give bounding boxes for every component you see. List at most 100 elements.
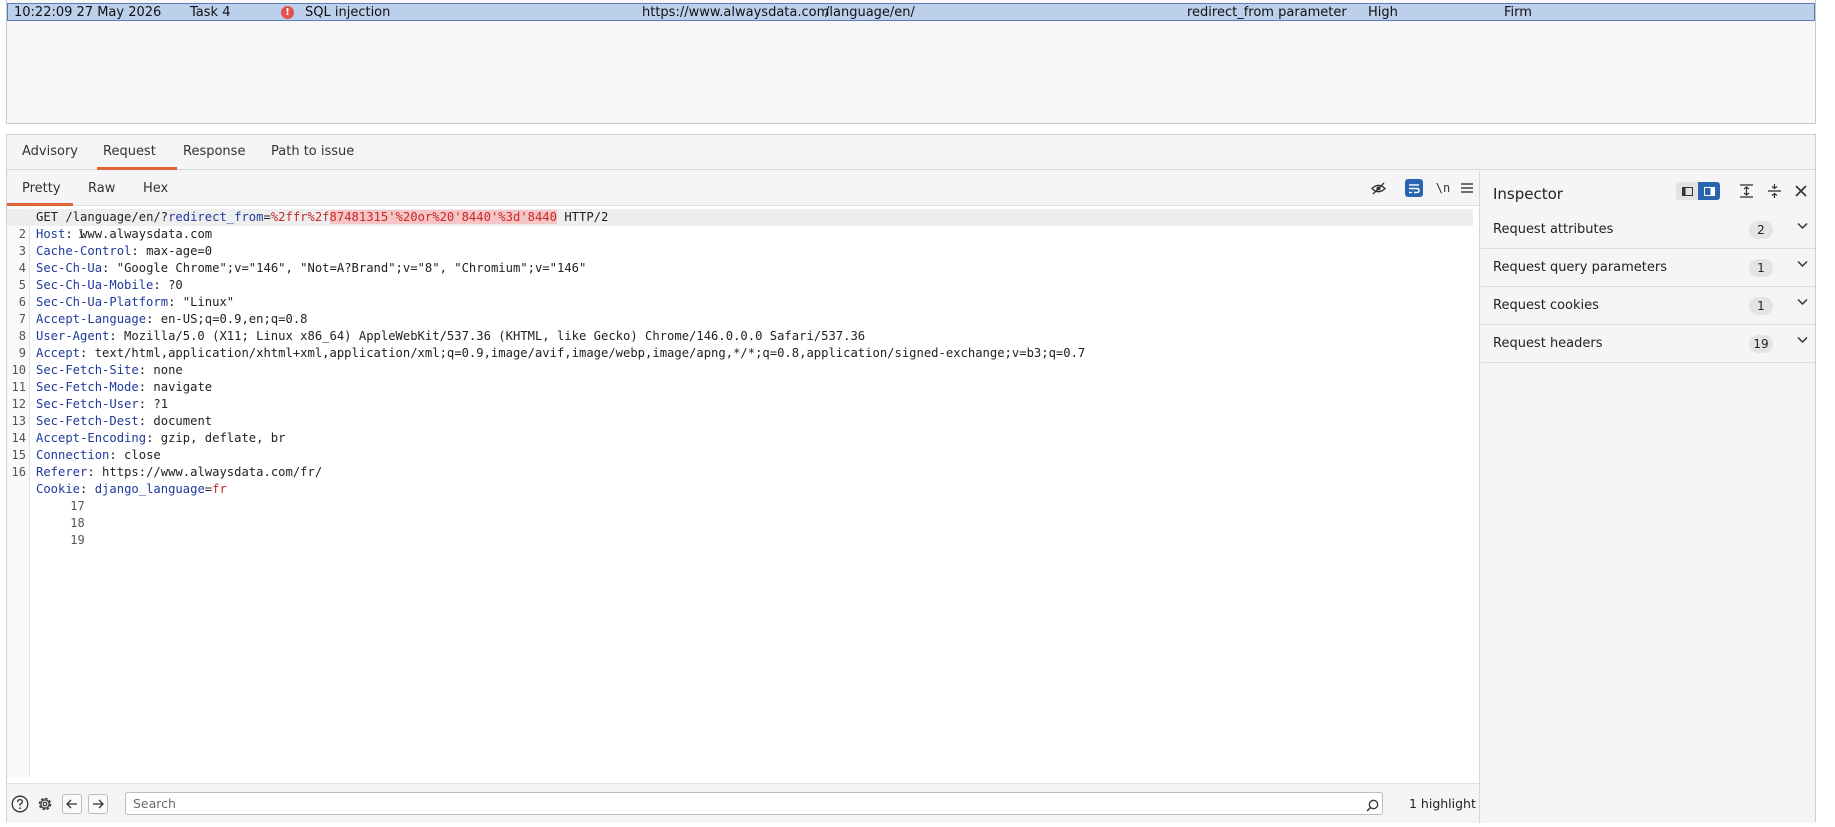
- issue-row-selected[interactable]: 10:22:09 27 May 2026 Task 4 ! SQL inject…: [7, 3, 1815, 21]
- cookie-value: fr: [212, 482, 227, 496]
- header-value: navigate: [146, 380, 213, 394]
- issue-confidence: Firm: [1504, 5, 1532, 20]
- tab-path-to-issue[interactable]: Path to issue: [271, 144, 354, 159]
- header-value: en-US;q=0.9,en;q=0.8: [153, 312, 308, 326]
- line-number: 19: [70, 533, 85, 547]
- search-icon[interactable]: [1362, 795, 1382, 815]
- header-value: document: [146, 414, 213, 428]
- section-label: Request attributes: [1493, 222, 1614, 237]
- http-method: GET: [36, 210, 59, 224]
- code-line: 19: [7, 515, 1479, 547]
- tab-hex[interactable]: Hex: [143, 181, 168, 196]
- line-number: 10: [11, 363, 26, 377]
- section-count-badge: 1: [1749, 297, 1773, 315]
- code-line: 10 Sec-Fetch-Site: none: [7, 362, 1479, 379]
- http-version: HTTP/2: [556, 210, 609, 224]
- line-number: 2: [18, 227, 26, 241]
- issue-type: SQL injection: [305, 5, 391, 20]
- severity-alert-icon: !: [281, 6, 294, 19]
- chevron-down-icon: [1797, 298, 1808, 306]
- code-line: 15 Connection: close: [7, 447, 1479, 464]
- line-number: 16: [11, 465, 26, 479]
- wrap-lines-icon[interactable]: [1405, 179, 1423, 197]
- next-match-arrow-icon[interactable]: [88, 794, 108, 814]
- close-icon[interactable]: [1792, 182, 1810, 200]
- line-number: 14: [11, 431, 26, 445]
- layout-stacked-icon[interactable]: [1676, 182, 1698, 200]
- issue-detail-panel: Advisory Request Response Path to issue …: [6, 134, 1816, 823]
- code-line: 7 Accept-Language: en-US;q=0.9,en;q=0.8: [7, 311, 1479, 328]
- inspector-panel: Inspector Request attributes 2 Request q…: [1481, 171, 1815, 823]
- line-number: 4: [18, 261, 26, 275]
- header-name: User-Agent: [36, 329, 110, 343]
- code-line: 1 GET /language/en/?redirect_from=%2ffr%…: [7, 209, 1473, 241]
- chevron-down-icon: [1797, 260, 1808, 268]
- header-value: max-age=0: [138, 244, 213, 258]
- tab-response[interactable]: Response: [183, 144, 245, 159]
- header-name: Accept-Language: [36, 312, 147, 326]
- header-name: Sec-Fetch-Site: [36, 363, 139, 377]
- search-input[interactable]: [125, 792, 1383, 815]
- active-subtab-indicator: [7, 203, 73, 206]
- code-line: 6 Sec-Ch-Ua-Platform: "Linux": [7, 294, 1479, 311]
- inspector-section-request-headers[interactable]: Request headers 19: [1481, 325, 1815, 363]
- tab-raw[interactable]: Raw: [88, 181, 115, 196]
- help-icon[interactable]: [10, 794, 30, 814]
- layout-side-icon[interactable]: [1698, 182, 1720, 200]
- inspector-section-request-cookies[interactable]: Request cookies 1: [1481, 287, 1815, 325]
- detail-tabs: Advisory Request Response Path to issue: [7, 135, 1815, 170]
- line-number: 5: [18, 278, 26, 292]
- expand-all-icon[interactable]: [1737, 182, 1755, 200]
- issue-host: https://www.alwaysdata.com: [642, 5, 830, 20]
- header-name: Accept-Encoding: [36, 431, 147, 445]
- section-label: Request query parameters: [1493, 260, 1668, 275]
- cookie-name: django_language: [94, 482, 205, 496]
- highlight-count: 1 highlight: [1409, 796, 1476, 811]
- line-number: 8: [18, 329, 26, 343]
- code-line: 9 Accept: text/html,application/xhtml+xml…: [7, 345, 1479, 362]
- code-line: 2 Host: www.alwaysdata.com: [7, 226, 1479, 243]
- request-code[interactable]: 1 GET /language/en/?redirect_from=%2ffr%…: [7, 209, 1479, 547]
- code-line: 13 Sec-Fetch-Dest: document: [7, 413, 1479, 430]
- code-line: 17 Cookie: django_language=fr: [36, 482, 227, 513]
- tab-request[interactable]: Request: [103, 144, 156, 159]
- layout-toggle[interactable]: [1676, 182, 1720, 200]
- line-number: 11: [11, 380, 26, 394]
- injection-payload-highlight: 87481315'%20or%20'8440'%3d'8440: [329, 210, 557, 224]
- equals-sign: =: [263, 210, 271, 224]
- header-name: Sec-Ch-Ua-Platform: [36, 295, 169, 309]
- section-label: Request headers: [1493, 336, 1603, 351]
- issue-location: redirect_from parameter: [1187, 5, 1347, 20]
- query-param-value: %2ffr%2f: [270, 210, 330, 224]
- hide-nonprintable-icon[interactable]: [1369, 179, 1387, 197]
- tab-pretty[interactable]: Pretty: [22, 181, 61, 196]
- header-name: Cache-Control: [36, 244, 132, 258]
- header-value: text/html,application/xhtml+xml,applicat…: [87, 346, 1086, 360]
- settings-gear-icon[interactable]: [35, 794, 55, 814]
- code-line: 16 Referer: https://www.alwaysdata.com/fr…: [7, 464, 1479, 481]
- header-name: Accept: [36, 346, 81, 360]
- code-line: 8 User-Agent: Mozilla/5.0 (X11; Linux x86…: [7, 328, 1479, 345]
- line-number: 6: [18, 295, 26, 309]
- issue-path: /language/en/: [825, 5, 915, 20]
- request-editor: Pretty Raw Hex \n 1 GET /language/en/?re…: [7, 171, 1480, 823]
- line-number: 12: [11, 397, 26, 411]
- show-newlines-icon[interactable]: \n: [1434, 179, 1452, 197]
- header-name: Sec-Fetch-Dest: [36, 414, 139, 428]
- header-value: close: [116, 448, 161, 462]
- header-name: Connection: [36, 448, 110, 462]
- inspector-section-request-attributes[interactable]: Request attributes 2: [1481, 211, 1815, 249]
- tab-advisory[interactable]: Advisory: [22, 144, 78, 159]
- active-tab-indicator: [97, 167, 177, 170]
- header-name: Sec-Ch-Ua: [36, 261, 103, 275]
- menu-icon[interactable]: [1458, 179, 1476, 197]
- line-number: 13: [11, 414, 26, 428]
- header-value: ?0: [160, 278, 183, 292]
- issue-task: Task 4: [190, 5, 231, 20]
- header-name: Cookie: [36, 482, 81, 496]
- collapse-all-icon[interactable]: [1765, 182, 1783, 200]
- header-value: ?1: [146, 397, 169, 411]
- search-bar: 1 highlight: [7, 783, 1479, 823]
- previous-match-arrow-icon[interactable]: [62, 794, 82, 814]
- inspector-section-request-query-parameters[interactable]: Request query parameters 1: [1481, 249, 1815, 287]
